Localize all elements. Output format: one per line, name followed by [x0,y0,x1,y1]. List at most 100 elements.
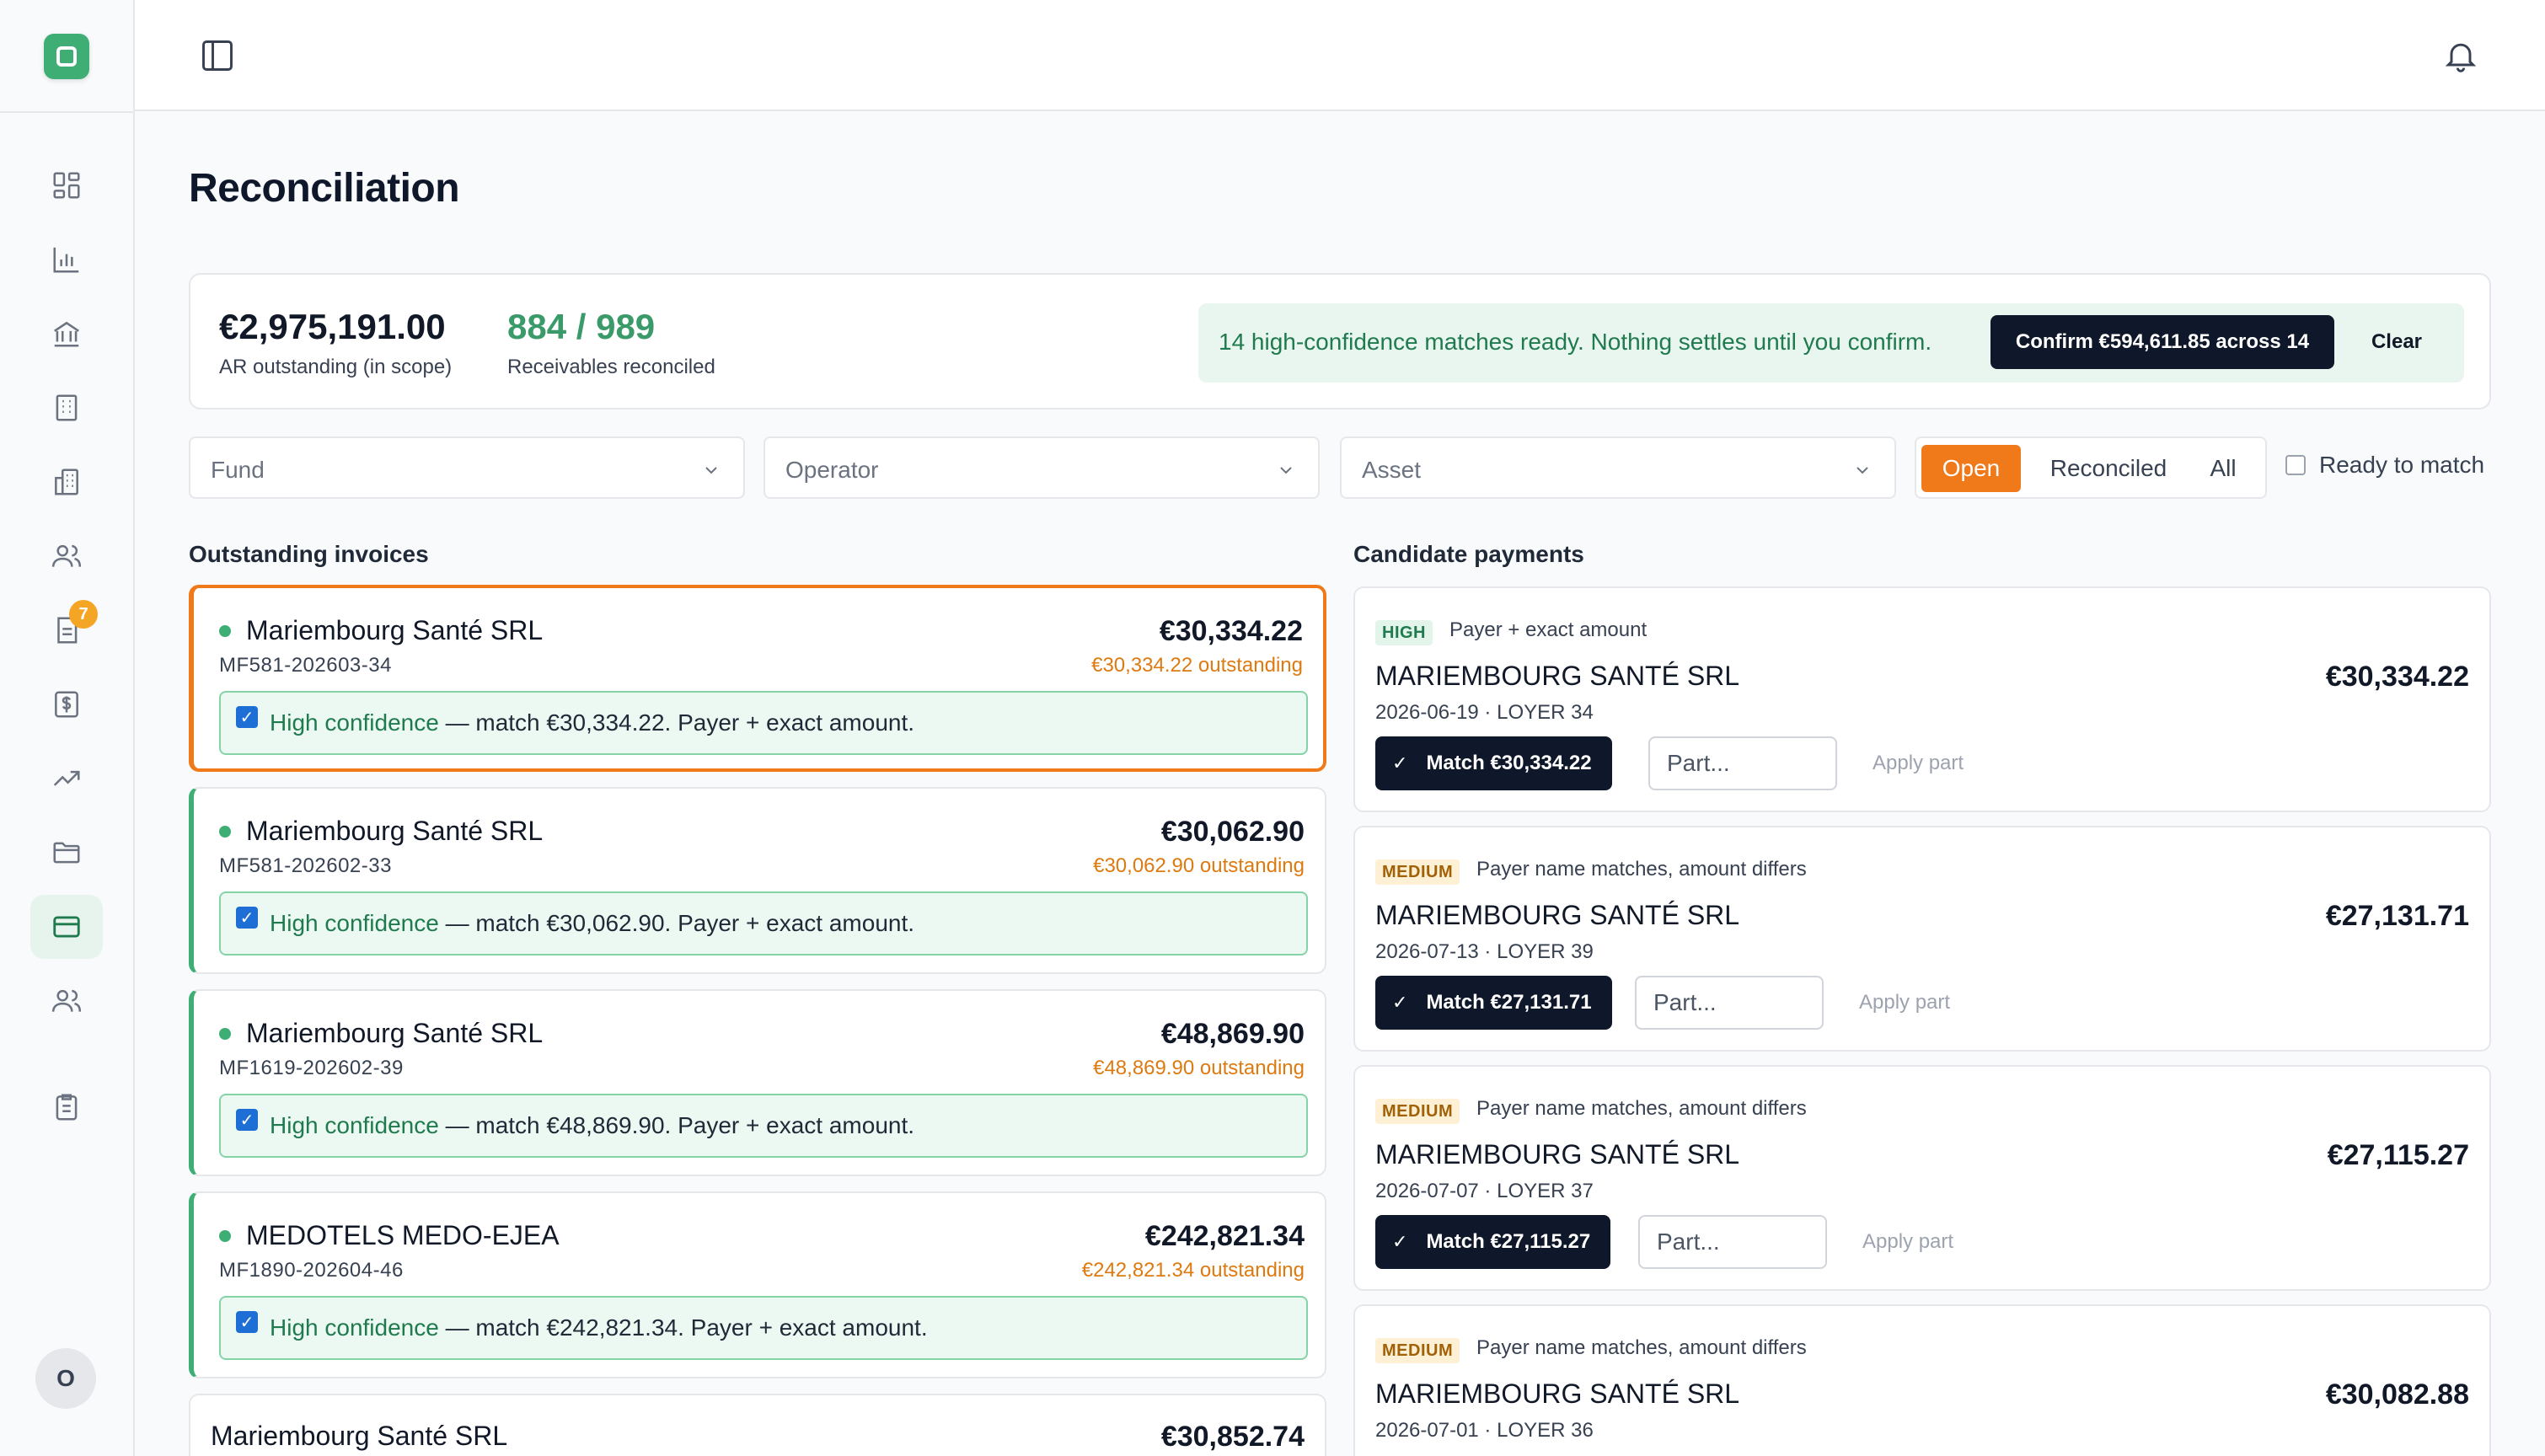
invoice-amount: €30,334.22 [1159,615,1303,647]
apply-part-button[interactable]: Apply part [1859,991,1950,1014]
clear-button[interactable]: Clear [2355,315,2439,369]
nav-tenants-icon[interactable] [30,524,103,588]
payer-name: MARIEMBOURG SANTÉ SRL [1375,661,1740,691]
operator-select[interactable]: Operator [764,436,1320,499]
ready-to-match-toggle[interactable]: Ready to match [2285,452,2484,479]
operator-select-value: Operator [785,457,879,483]
status-dot [219,1028,231,1040]
user-avatar[interactable]: O [35,1348,96,1409]
match-reason: Payer name matches, amount differs [1476,1336,1807,1359]
tab-open[interactable]: Open [1921,445,2021,492]
sidebar-divider [0,111,135,113]
candidate-payments-heading: Candidate payments [1353,541,1584,567]
apply-part-button[interactable]: Apply part [1862,1230,1953,1254]
match-checkbox[interactable]: ✓ [236,1311,258,1333]
nav-bank-icon[interactable] [30,302,103,366]
confidence-badge: MEDIUM [1375,1338,1460,1363]
topbar [135,0,2545,111]
match-checkbox[interactable]: ✓ [236,706,258,728]
invoice-amount: €30,852.74 [1160,1421,1305,1453]
invoice-card[interactable]: Mariembourg Santé SRL MF1619-202602-39 €… [189,989,1326,1176]
payment-amount: €27,131.71 [2325,900,2469,932]
nav-properties-icon[interactable] [30,450,103,514]
reconciled-label: Receivables reconciled [507,356,715,378]
payment-amount: €27,115.27 [2327,1139,2469,1171]
match-suggestion-text: High confidence — match €48,869.90. Paye… [270,1112,915,1138]
payment-card[interactable]: MEDIUM Payer name matches, amount differ… [1353,826,2491,1052]
ar-outstanding-value: €2,975,191.00 [219,307,446,346]
invoice-card[interactable]: Mariembourg Santé SRL MF581-202602-33 €3… [189,787,1326,974]
payment-card[interactable]: HIGH Payer + exact amount MARIEMBOURG SA… [1353,586,2491,812]
match-reason: Payer name matches, amount differs [1476,858,1807,881]
apply-part-button[interactable]: Apply part [1873,752,1964,775]
payment-amount: €30,082.88 [2325,1378,2469,1410]
chevron-down-icon [1280,467,1292,474]
chevron-down-icon [1857,467,1868,474]
nav-users-icon[interactable] [30,969,103,1033]
match-button[interactable]: ✓ Match €27,115.27 [1375,1215,1611,1269]
payment-meta: 2026-06-19 · LOYER 34 [1375,701,1594,724]
notifications-bell-icon[interactable] [2442,37,2479,74]
invoice-tenant: Mariembourg Santé SRL [211,1421,508,1451]
asset-select[interactable]: Asset [1340,436,1896,499]
confirm-matches-button[interactable]: Confirm €594,611.85 across 14 [1990,315,2334,369]
part-amount-input[interactable]: Part... [1648,736,1837,790]
nav-clipboard-icon[interactable] [30,1075,103,1139]
invoice-outstanding: €30,062.90 outstanding [1093,854,1305,877]
sidebar: 7 O [0,0,135,1456]
asset-select-value: Asset [1362,457,1422,483]
invoice-tenant: Mariembourg Santé SRL [246,615,544,645]
match-button[interactable]: ✓ Match €30,334.22 [1375,736,1612,790]
check-icon: ✓ [1392,752,1408,774]
invoice-card[interactable]: MEDOTELS MEDO-EJEA MF1890-202604-46 €242… [189,1191,1326,1378]
nav-documents-icon[interactable] [30,821,103,885]
tab-reconciled[interactable]: Reconciled [2034,445,2183,492]
match-button[interactable]: ✓ Match €27,131.71 [1375,976,1612,1030]
nav-building-icon[interactable] [30,376,103,440]
reconciled-count: 884 / 989 [507,307,656,346]
invoice-outstanding: €242,821.34 outstanding [1081,1259,1305,1282]
payment-card[interactable]: MEDIUM Payer name matches, amount differ… [1353,1304,2491,1456]
sidebar-toggle-icon[interactable] [199,37,236,74]
nav-dashboard-icon[interactable] [30,153,103,217]
ar-outstanding-label: AR outstanding (in scope) [219,356,453,378]
match-suggestion[interactable]: ✓ High confidence — match €30,334.22. Pa… [219,691,1308,755]
part-amount-input[interactable]: Part... [1638,1215,1827,1269]
fund-select[interactable]: Fund [189,436,745,499]
payment-amount: €30,334.22 [2325,661,2469,693]
match-suggestion[interactable]: ✓ High confidence — match €30,062.90. Pa… [219,891,1308,956]
match-suggestion[interactable]: ✓ High confidence — match €48,869.90. Pa… [219,1094,1308,1158]
invoices-count-badge: 7 [69,600,98,629]
match-checkbox[interactable]: ✓ [236,1109,258,1131]
invoice-tenant: MEDOTELS MEDO-EJEA [246,1220,560,1250]
status-segmented-control: Open Reconciled All [1915,436,2267,499]
invoice-ref: MF1619-202602-39 [219,1057,404,1079]
payment-meta: 2026-07-07 · LOYER 37 [1375,1180,1594,1202]
match-checkbox[interactable]: ✓ [236,907,258,929]
app-logo[interactable] [44,34,89,79]
nav-analytics-icon[interactable] [30,228,103,292]
invoice-tenant: Mariembourg Santé SRL [246,816,544,846]
invoice-card-selected[interactable]: Mariembourg Santé SRL MF581-202603-34 €3… [189,585,1326,772]
payment-card[interactable]: MEDIUM Payer name matches, amount differ… [1353,1065,2491,1291]
outstanding-invoices-heading: Outstanding invoices [189,541,429,567]
match-suggestion-text: High confidence — match €30,062.90. Paye… [270,910,915,936]
high-confidence-notice: 14 high-confidence matches ready. Nothin… [1198,303,2464,383]
payer-name: MARIEMBOURG SANTÉ SRL [1375,900,1740,930]
invoice-amount: €242,821.34 [1144,1220,1305,1252]
match-reason: Payer name matches, amount differs [1476,1097,1807,1120]
tab-all[interactable]: All [2193,445,2253,492]
invoice-card[interactable]: Mariembourg Santé SRL €30,852.74 [189,1394,1326,1456]
match-reason: Payer + exact amount [1449,618,1648,641]
payer-name: MARIEMBOURG SANTÉ SRL [1375,1378,1740,1409]
match-suggestion[interactable]: ✓ High confidence — match €242,821.34. P… [219,1296,1308,1360]
ready-to-match-checkbox[interactable] [2285,455,2306,475]
nav-reconciliation-icon[interactable] [30,895,103,959]
invoice-amount: €30,062.90 [1160,816,1305,848]
invoice-ref: MF581-202603-34 [219,654,392,677]
match-suggestion-text: High confidence — match €242,821.34. Pay… [270,1314,928,1341]
nav-payments-icon[interactable] [30,672,103,736]
status-dot [219,1230,231,1242]
nav-trends-icon[interactable] [30,747,103,811]
part-amount-input[interactable]: Part... [1635,976,1824,1030]
